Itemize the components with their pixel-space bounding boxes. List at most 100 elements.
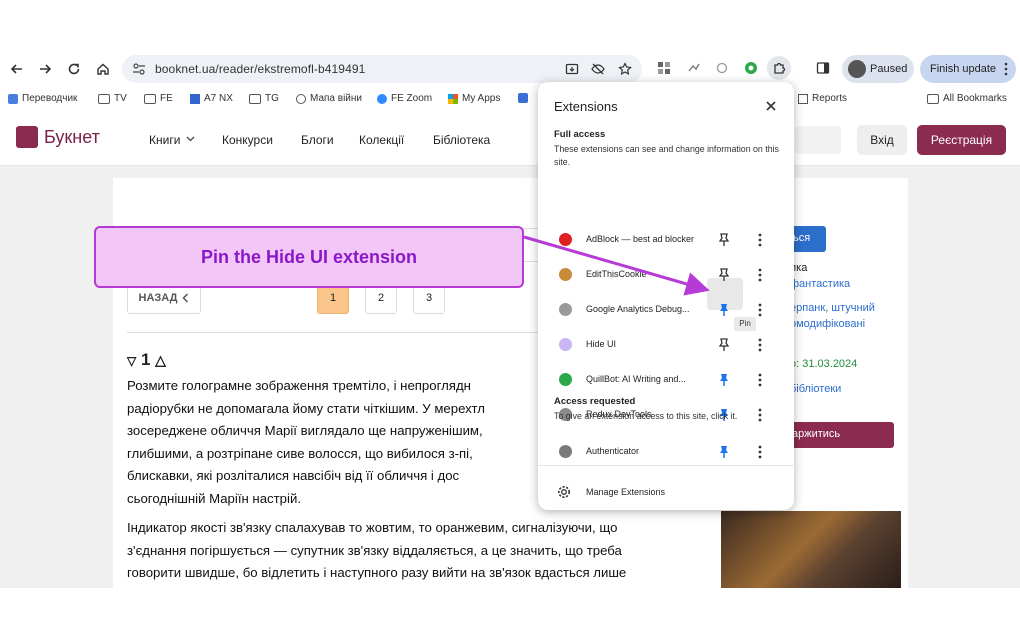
bookmark-item[interactable]: My Apps [448, 93, 500, 104]
site-icon [190, 93, 200, 104]
folder-icon [927, 93, 939, 104]
pin-outline-icon[interactable] [716, 337, 732, 353]
library-link[interactable]: бібліотеки [790, 383, 841, 395]
folder-icon [249, 93, 261, 104]
bookmark-item[interactable]: Мапа війни [296, 93, 362, 104]
triangle-up-icon: △ [155, 352, 166, 368]
bookmark-item[interactable]: A7 NX [190, 93, 233, 104]
back-arrow-icon[interactable] [6, 58, 28, 80]
pin-filled-icon[interactable] [716, 444, 732, 460]
redux-extension-icon[interactable] [713, 59, 731, 77]
register-button[interactable]: Реєстрація [917, 125, 1006, 155]
date-text: о: 31.03.2024 [790, 358, 858, 370]
folder-icon [144, 93, 156, 104]
bookmark-folder[interactable]: TG [249, 93, 279, 104]
extension-row[interactable]: Authenticator [538, 437, 794, 467]
more-vert-icon[interactable] [752, 267, 768, 283]
folder-icon [98, 93, 110, 104]
full-access-heading: Full access [554, 129, 606, 140]
genre-link[interactable]: фантастика [790, 278, 850, 290]
book-cover-image[interactable] [721, 511, 901, 588]
extension-name: QuillBot: AI Writing and... [586, 374, 686, 384]
extension-name: Authenticator [586, 446, 640, 456]
collapse-triangle-icon: ▽ [127, 354, 137, 368]
pin-filled-icon[interactable] [716, 302, 732, 318]
login-button[interactable]: Вхід [857, 125, 907, 155]
support-button[interactable]: аржитись [784, 422, 894, 448]
more-vert-icon[interactable] [752, 444, 768, 460]
extensions-puzzle-icon[interactable] [767, 56, 791, 80]
extension-name: Hide UI [586, 339, 617, 349]
extensions-menu: Extensions Full access These extensions … [538, 82, 794, 510]
pin-outline-icon[interactable] [716, 267, 732, 283]
bookmark-folder[interactable]: TV [98, 93, 127, 104]
extension-name: Google Analytics Debug... [586, 304, 690, 314]
pin-outline-icon[interactable] [716, 232, 732, 248]
tags-link[interactable]: омодифіковані [790, 318, 865, 330]
microsoft-icon [448, 93, 458, 104]
translate-icon [8, 93, 18, 104]
instruction-callout: Pin the Hide UI extension [94, 226, 524, 288]
zoom-icon [377, 93, 387, 104]
nav-library[interactable]: Бібліотека [433, 133, 490, 147]
search-input[interactable] [795, 126, 841, 154]
extension-icon [559, 233, 572, 246]
finish-update-button[interactable]: Finish update [920, 55, 1016, 83]
extension-row[interactable]: AdBlock — best ad blocker [538, 225, 794, 255]
profile-button[interactable]: Paused [842, 55, 914, 83]
extension-name: EditThisCookie [586, 269, 647, 279]
bookmark-item[interactable]: FE Zoom [377, 93, 432, 104]
nav-contests[interactable]: Конкурси [222, 133, 273, 147]
finish-update-label: Finish update [930, 63, 997, 75]
reload-icon[interactable] [63, 58, 85, 80]
nav-blogs[interactable]: Блоги [301, 133, 334, 147]
book-logo-icon [16, 126, 38, 148]
more-vert-icon[interactable] [752, 232, 768, 248]
access-requested-heading: Access requested [554, 396, 636, 407]
more-vert-icon[interactable] [752, 372, 768, 388]
extensions-title: Extensions [554, 99, 618, 114]
manage-extensions-item[interactable]: Manage Extensions [538, 480, 794, 506]
bookmark-item[interactable]: Переводчик [8, 93, 77, 104]
more-vert-icon[interactable] [752, 302, 768, 318]
browser-toolbar: booknet.ua/reader/ekstremofl-b419491 Pau… [0, 50, 1020, 88]
globe-icon [296, 93, 306, 104]
bookmark-item[interactable]: Reports [798, 93, 847, 104]
bookmark-overflow-icon[interactable] [518, 93, 528, 103]
nav-collections[interactable]: Колекції [359, 133, 404, 147]
forward-arrow-icon[interactable] [34, 58, 56, 80]
chapter-paragraph: Індикатор якості зв'язку спалахував то ж… [127, 520, 627, 580]
bookmarks-bar: Переводчик TV FE A7 NX TG Мапа війни FE … [0, 88, 1020, 112]
site-info-icon[interactable] [132, 63, 146, 75]
install-icon[interactable] [563, 60, 581, 78]
extension-row[interactable]: QuillBot: AI Writing and... [538, 365, 794, 395]
extension-grid-icon[interactable] [655, 59, 673, 77]
reports-icon [798, 93, 808, 104]
url-text[interactable]: booknet.ua/reader/ekstremofl-b419491 [155, 62, 365, 76]
close-icon[interactable] [763, 98, 779, 114]
tags-link[interactable]: ерпанк, штучний [790, 302, 875, 314]
site-logo[interactable]: Букнет [16, 126, 100, 148]
bookmark-star-icon[interactable] [616, 60, 634, 78]
extension-row[interactable]: Hide UI [538, 330, 794, 360]
home-icon[interactable] [92, 58, 114, 80]
divider [538, 465, 794, 466]
nav-books[interactable]: Книги [149, 133, 180, 147]
quillbot-extension-icon[interactable] [742, 59, 760, 77]
analytics-extension-icon[interactable] [685, 59, 703, 77]
avatar [848, 60, 866, 78]
chevron-down-icon [186, 134, 195, 143]
extension-name: AdBlock — best ad blocker [586, 234, 695, 244]
bookmark-folder[interactable]: FE [144, 93, 173, 104]
eye-off-icon[interactable] [589, 60, 607, 78]
pin-filled-icon[interactable] [716, 372, 732, 388]
extension-row[interactable]: EditThisCookie [538, 260, 794, 290]
all-bookmarks[interactable]: All Bookmarks [927, 93, 1007, 104]
more-vert-icon[interactable] [752, 337, 768, 353]
site-header: Букнет Книги Конкурси Блоги Колекції Біб… [0, 112, 1020, 166]
more-vert-icon [1004, 62, 1008, 76]
full-access-description: These extensions can see and change info… [554, 144, 779, 167]
side-panel-icon[interactable] [814, 59, 832, 77]
address-bar[interactable]: booknet.ua/reader/ekstremofl-b419491 [122, 55, 642, 83]
settings-gear-icon [557, 485, 571, 499]
